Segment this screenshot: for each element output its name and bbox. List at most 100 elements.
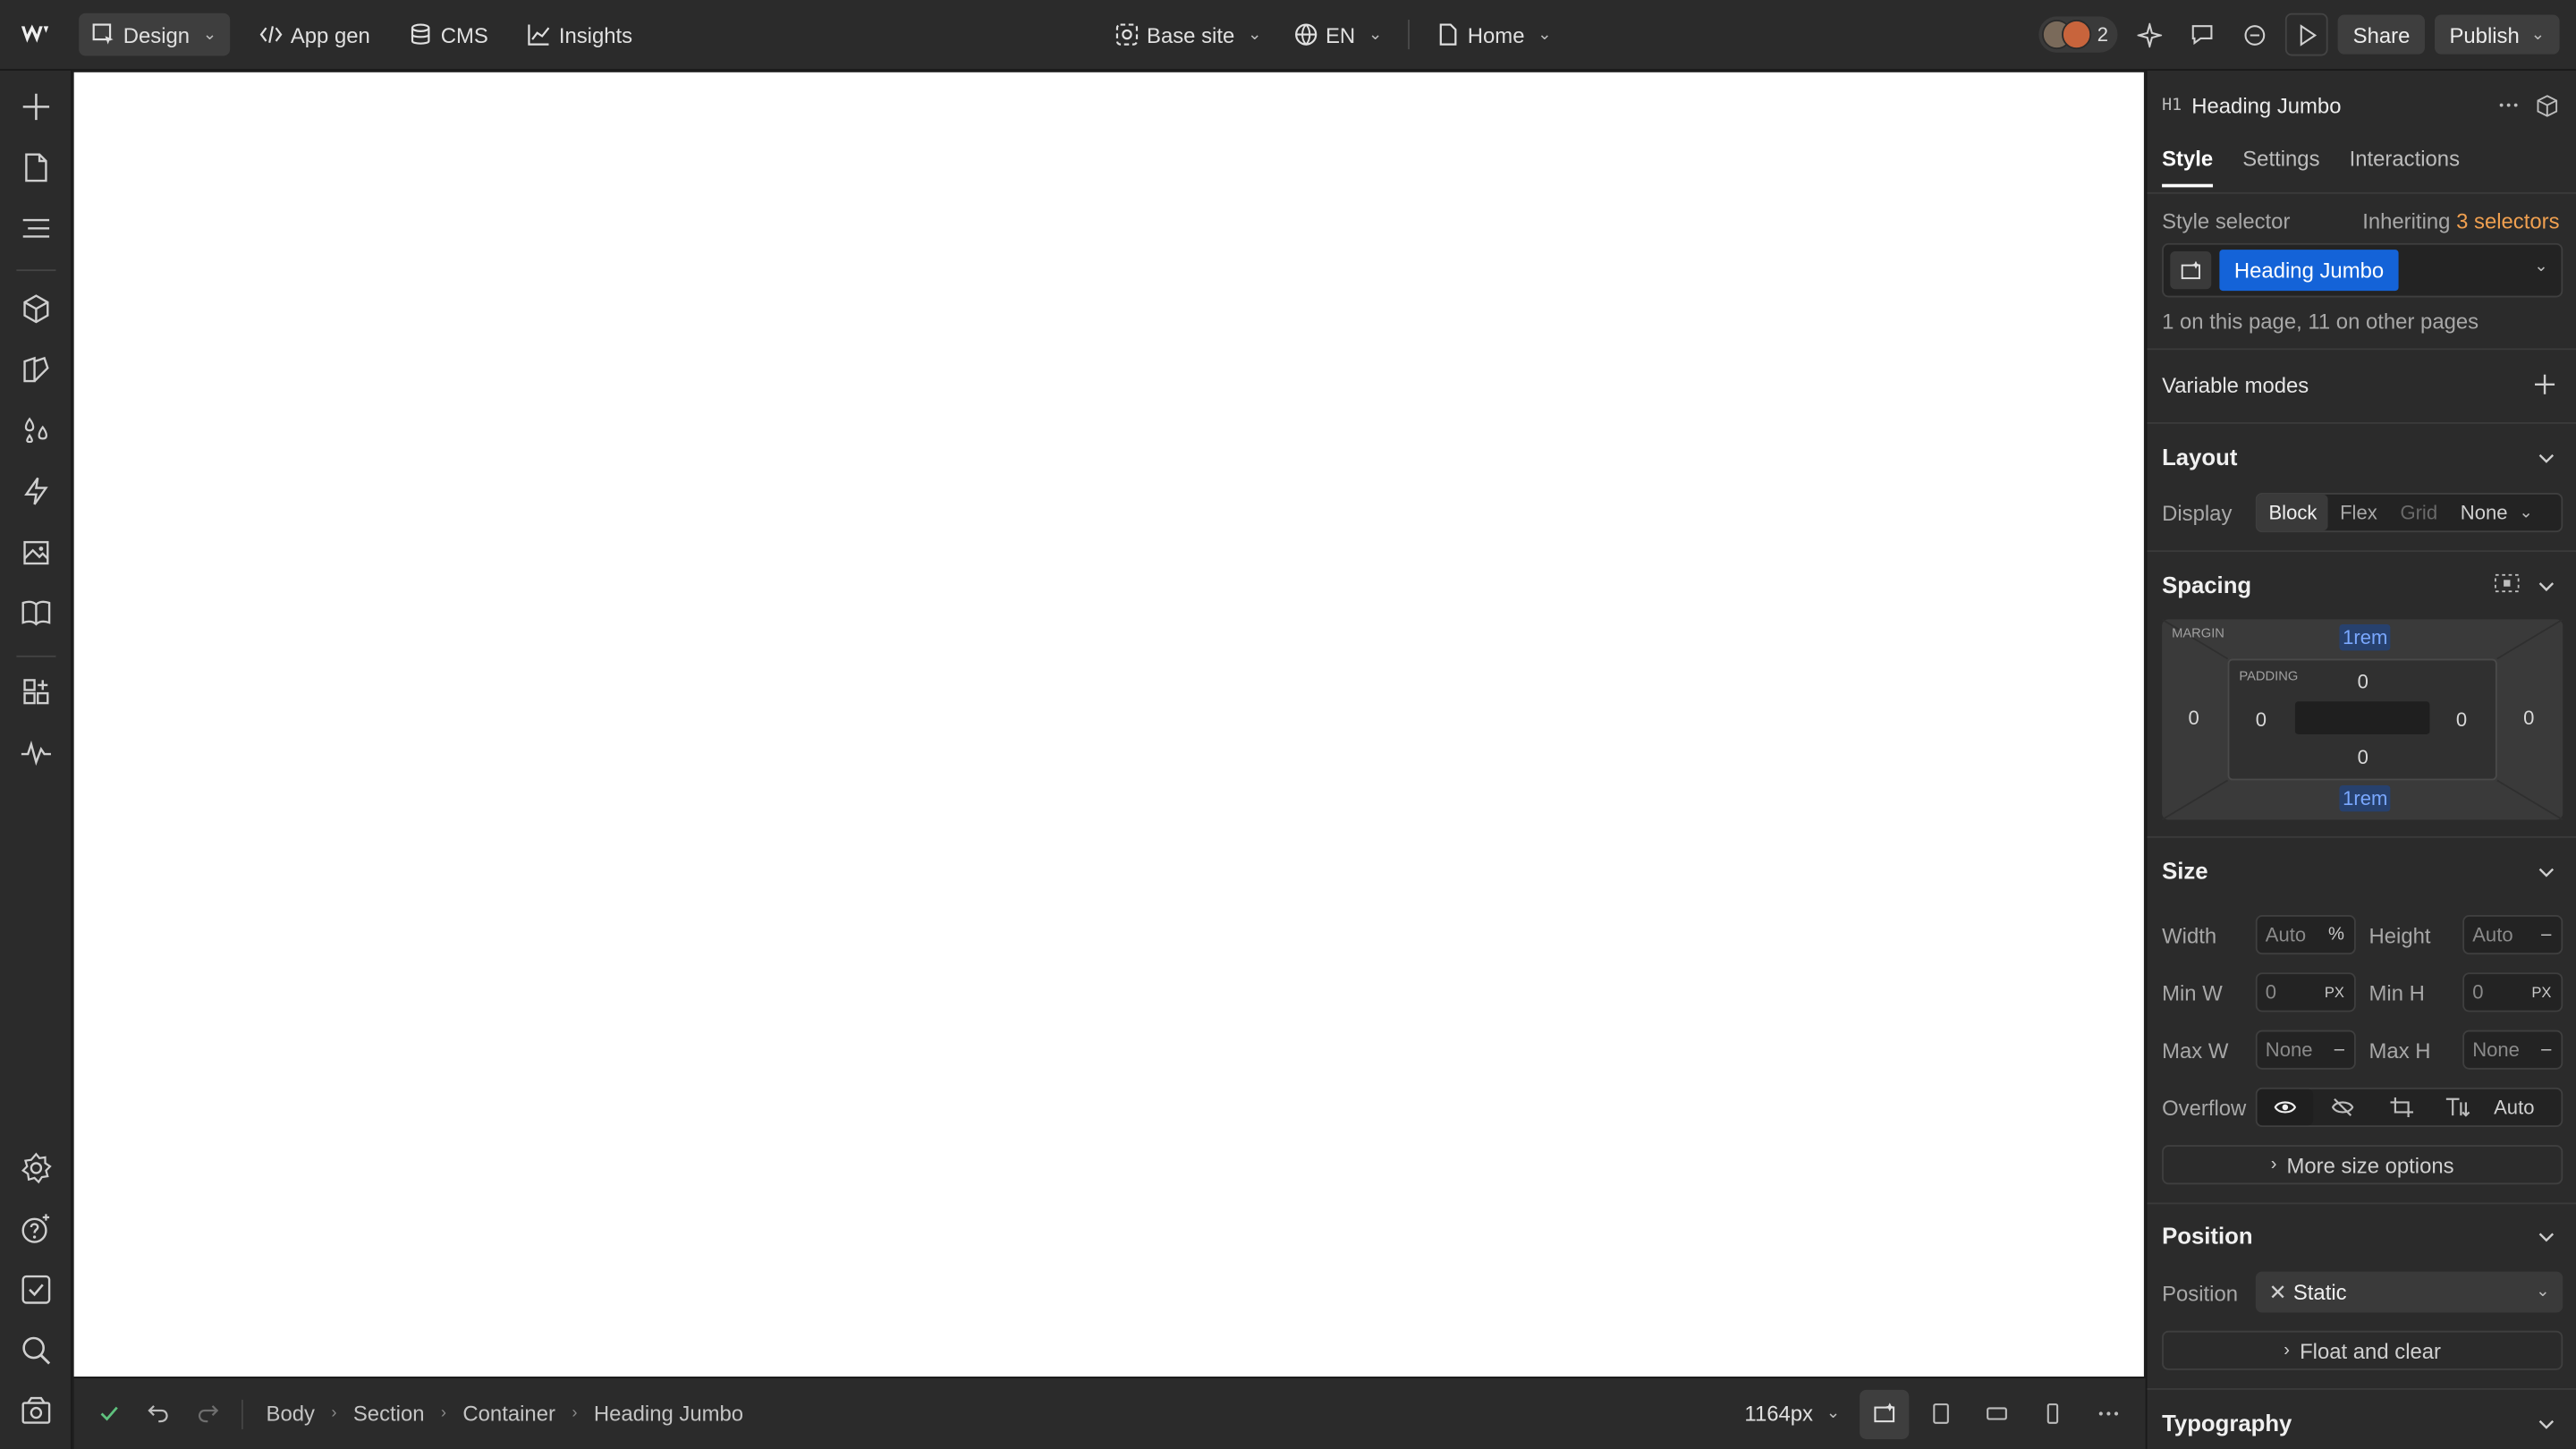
style-selectors-icon[interactable] [18, 352, 54, 387]
max-width-input[interactable]: None – [2255, 1030, 2356, 1070]
create-component-icon[interactable] [2535, 94, 2560, 123]
typography-section-title[interactable]: Typography [2162, 1410, 2292, 1436]
preview-button[interactable] [2285, 13, 2329, 56]
overflow-auto-option[interactable]: Auto [2484, 1089, 2544, 1125]
check-icon[interactable] [84, 1389, 133, 1438]
margin-left-value[interactable]: 0 [2188, 707, 2199, 730]
publish-button[interactable]: Publish ⌄ [2434, 14, 2560, 55]
padding-top-value[interactable]: 0 [2358, 670, 2368, 693]
max-height-unit[interactable]: – [2541, 1040, 2561, 1060]
margin-top-value[interactable]: 1rem [2339, 623, 2392, 651]
min-width-unit[interactable]: PX [2325, 984, 2354, 1000]
components-icon[interactable] [18, 291, 54, 326]
height-input[interactable]: Auto – [2462, 915, 2563, 955]
chevron-down-icon[interactable] [2537, 577, 2556, 597]
selector-state-icon[interactable] [2170, 251, 2212, 290]
breadcrumb-container[interactable]: Container [462, 1402, 555, 1427]
comments-mode-button[interactable] [2181, 13, 2224, 56]
breakpoint-landscape-icon[interactable] [1971, 1389, 2021, 1438]
layout-section-title[interactable]: Layout [2162, 444, 2237, 470]
chevron-down-icon[interactable] [2537, 862, 2556, 882]
display-block-option[interactable]: Block [2257, 494, 2329, 531]
more-options-icon[interactable] [2497, 94, 2521, 122]
overflow-visible-eye-icon[interactable] [2257, 1089, 2314, 1126]
search-icon[interactable] [18, 1333, 54, 1368]
chevron-down-icon[interactable] [2537, 448, 2556, 468]
padding-left-value[interactable]: 0 [2256, 708, 2267, 732]
width-unit[interactable]: % [2328, 925, 2354, 945]
more-options-icon[interactable] [2083, 1389, 2132, 1438]
chevron-down-icon[interactable]: ⌄ [2534, 258, 2547, 275]
breakpoint-mobile-icon[interactable] [2027, 1389, 2076, 1438]
library-book-icon[interactable] [18, 595, 54, 631]
help-icon[interactable] [18, 1211, 54, 1247]
apps-icon[interactable] [18, 674, 54, 709]
page-selector[interactable]: Home ⌄ [1423, 13, 1564, 56]
breakpoint-desktop-icon[interactable] [1860, 1388, 1910, 1439]
min-height-unit[interactable]: PX [2531, 984, 2561, 1000]
tab-interactions[interactable]: Interactions [2350, 146, 2460, 187]
settings-gear-icon[interactable] [18, 1150, 54, 1186]
height-unit[interactable]: – [2541, 925, 2561, 945]
overflow-clip-icon[interactable] [2431, 1089, 2484, 1125]
webflow-logo-icon[interactable] [0, 0, 72, 70]
display-flex-option[interactable]: Flex [2328, 495, 2388, 530]
breakpoint-tablet-icon[interactable] [1916, 1389, 1965, 1438]
overflow-scroll-icon[interactable] [2372, 1089, 2431, 1125]
spacing-section-title[interactable]: Spacing [2162, 572, 2251, 597]
pages-icon[interactable] [18, 149, 54, 185]
display-grid-option[interactable]: Grid [2389, 495, 2449, 530]
more-size-options-button[interactable]: › More size options [2162, 1145, 2563, 1185]
tasks-checkbox-icon[interactable] [18, 1272, 54, 1308]
style-selector-field[interactable]: Heading Jumbo ⌄ [2162, 242, 2563, 298]
app-gen-button[interactable]: App gen [246, 13, 383, 56]
locale-selector[interactable]: EN ⌄ [1281, 13, 1395, 56]
margin-right-value[interactable]: 0 [2523, 707, 2534, 730]
ai-assistant-button[interactable] [2128, 13, 2171, 56]
share-button[interactable]: Share [2338, 14, 2425, 55]
max-height-input[interactable]: None – [2462, 1030, 2563, 1070]
float-and-clear-button[interactable]: › Float and clear [2162, 1330, 2563, 1370]
chevron-down-icon[interactable]: ⌄ [2519, 495, 2539, 530]
video-tutorials-icon[interactable] [18, 1394, 54, 1429]
width-input[interactable]: Auto % [2255, 915, 2356, 955]
interactions-icon[interactable] [18, 473, 54, 509]
margin-bottom-value[interactable]: 1rem [2339, 784, 2392, 812]
inheriting-selectors-link[interactable]: 3 selectors [2456, 208, 2559, 233]
redo-icon[interactable] [182, 1389, 232, 1438]
padding-bottom-value[interactable]: 0 [2358, 746, 2368, 769]
cms-button[interactable]: CMS [396, 13, 501, 56]
min-width-input[interactable]: 0 PX [2255, 972, 2356, 1013]
chevron-down-icon[interactable] [2537, 1414, 2556, 1434]
overflow-hidden-eye-off-icon[interactable] [2313, 1089, 2372, 1125]
undo-icon[interactable] [133, 1389, 182, 1438]
breadcrumb-section[interactable]: Section [353, 1402, 425, 1427]
tab-settings[interactable]: Settings [2242, 146, 2319, 187]
canvas-width-selector[interactable]: 1164px ⌄ [1732, 1393, 1853, 1436]
add-elements-icon[interactable] [18, 89, 54, 124]
tab-style[interactable]: Style [2162, 146, 2214, 188]
breadcrumb-heading-jumbo[interactable]: Heading Jumbo [594, 1402, 743, 1427]
design-canvas[interactable] [73, 72, 2144, 1377]
breadcrumb-body[interactable]: Body [267, 1402, 315, 1427]
max-width-unit[interactable]: – [2334, 1040, 2354, 1060]
spacing-presets-icon[interactable] [2494, 573, 2520, 598]
min-height-input[interactable]: 0 PX [2462, 972, 2563, 1013]
assets-icon[interactable] [18, 534, 54, 570]
variables-icon[interactable] [18, 412, 54, 448]
design-mode-button[interactable]: Design ⌄ [79, 13, 230, 56]
site-selector[interactable]: Base site ⌄ [1102, 13, 1275, 56]
add-variable-mode-icon[interactable] [2533, 373, 2556, 401]
audit-pulse-icon[interactable] [18, 734, 54, 770]
display-none-option[interactable]: None [2449, 495, 2519, 530]
selector-chip[interactable]: Heading Jumbo [2219, 250, 2399, 292]
insights-button[interactable]: Insights [514, 13, 646, 56]
comments-button[interactable] [2233, 13, 2276, 56]
padding-right-value[interactable]: 0 [2456, 708, 2467, 732]
navigator-icon[interactable] [18, 210, 54, 246]
position-select[interactable]: ✕ Static ⌄ [2255, 1271, 2563, 1313]
size-section-title[interactable]: Size [2162, 858, 2207, 884]
collaborators[interactable]: 2 [2038, 16, 2118, 53]
position-section-title[interactable]: Position [2162, 1223, 2252, 1249]
chevron-down-icon[interactable] [2537, 1227, 2556, 1247]
